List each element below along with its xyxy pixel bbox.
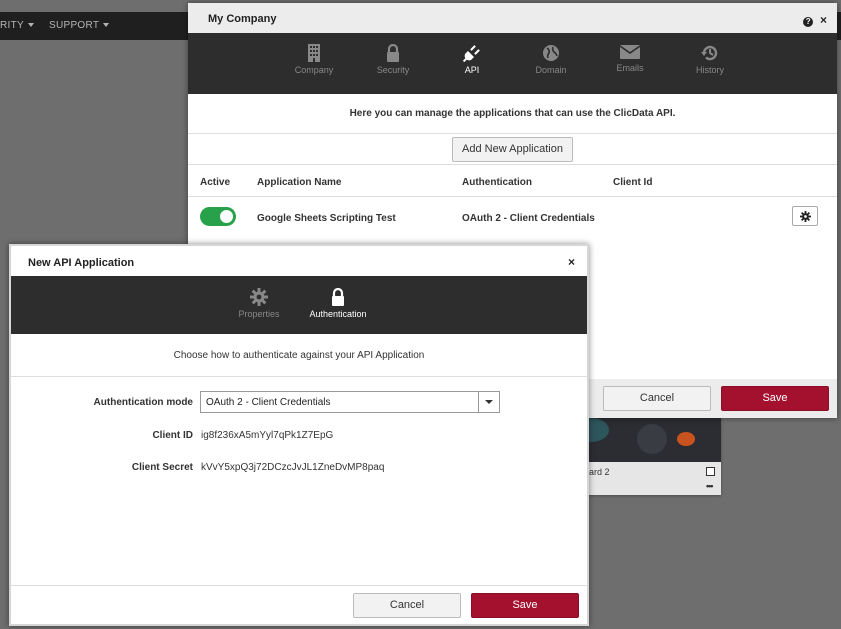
authentication-mode-select[interactable]: OAuth 2 - Client Credentials (200, 391, 500, 413)
application-settings-button[interactable] (792, 206, 818, 226)
dashboard-select-checkbox[interactable] (706, 467, 715, 476)
client-id-label: Client ID (152, 430, 193, 441)
more-options-icon[interactable]: ••• (706, 481, 714, 491)
globe-icon (543, 45, 559, 61)
nav-item-label: SUPPORT (49, 20, 100, 31)
caret-down-icon (27, 23, 34, 28)
dashboard-card-label: ard 2 (589, 467, 610, 477)
tab-label: Security (376, 65, 410, 75)
dashboard-card[interactable]: ard 2 ••• (573, 418, 721, 495)
plug-icon (463, 45, 480, 62)
caret-down-icon (103, 23, 110, 28)
tab-emails[interactable]: Emails (595, 44, 665, 73)
tab-company[interactable]: Company (279, 44, 349, 75)
authentication-mode-label: Authentication mode (93, 397, 193, 408)
company-modal-title: My Company (208, 13, 277, 25)
company-modal-header: My Company ? × (188, 3, 837, 33)
api-modal-footer: Cancel Save (11, 585, 587, 624)
cancel-button[interactable]: Cancel (603, 386, 711, 411)
client-secret-label: Client Secret (131, 462, 193, 473)
gear-icon (250, 288, 268, 306)
envelope-icon (620, 45, 640, 59)
tab-security[interactable]: Security (358, 44, 428, 75)
building-icon (308, 44, 320, 62)
lock-icon (387, 44, 399, 62)
api-intro-text: Here you can manage the applications tha… (188, 94, 837, 134)
cancel-button[interactable]: Cancel (353, 593, 461, 618)
api-modal-header: New API Application × (11, 246, 587, 276)
help-icon[interactable]: ? (803, 17, 814, 27)
tab-label: Domain (535, 65, 567, 75)
nav-item-label: RITY (0, 20, 24, 31)
company-tabbar: Company Security API Domain Emails Histo… (188, 33, 837, 94)
tab-label: History (695, 65, 724, 75)
application-name-cell: Google Sheets Scripting Test (257, 213, 396, 224)
new-api-application-modal: New API Application × Properties Authent… (9, 244, 589, 626)
tab-history[interactable]: History (675, 44, 745, 75)
column-header-application-name: Application Name (257, 177, 342, 188)
column-header-authentication: Authentication (462, 177, 532, 188)
save-button[interactable]: Save (721, 386, 829, 411)
client-id-value: ig8f236xA5mYyl7qPk1Z7EpG (201, 430, 334, 441)
table-divider (188, 196, 837, 197)
save-button[interactable]: Save (471, 593, 579, 618)
authentication-cell: OAuth 2 - Client Credentials (462, 213, 595, 224)
close-icon[interactable]: × (820, 13, 827, 27)
nav-item-support[interactable]: SUPPORT (49, 20, 110, 31)
tab-authentication[interactable]: Authentication (298, 288, 378, 319)
tab-properties[interactable]: Properties (224, 288, 294, 319)
tab-label: Emails (616, 63, 644, 73)
add-application-row: Add New Application (188, 134, 837, 165)
dashboard-thumbnail (573, 418, 721, 462)
active-toggle[interactable] (200, 207, 236, 226)
lock-icon (332, 288, 344, 306)
api-modal-title: New API Application (28, 257, 135, 269)
gear-icon (799, 210, 811, 222)
toggle-knob (220, 210, 233, 223)
nav-item-security[interactable]: RITY (0, 20, 34, 31)
dropdown-toggle[interactable] (478, 392, 499, 412)
history-icon (701, 45, 718, 61)
tab-label: Properties (238, 309, 280, 319)
column-header-active: Active (200, 177, 231, 188)
client-secret-value: kVvY5xpQ3j72DCzcJvJL1ZneDvMP8paq (201, 462, 385, 473)
tab-label: Authentication (309, 309, 367, 319)
tab-label: Company (294, 65, 334, 75)
tab-label: API (464, 65, 480, 75)
column-header-client-id: Client Id (613, 177, 653, 188)
tab-api[interactable]: API (437, 44, 507, 75)
close-icon[interactable]: × (568, 255, 575, 269)
add-new-application-button[interactable]: Add New Application (452, 137, 573, 162)
authentication-mode-value: OAuth 2 - Client Credentials (206, 397, 331, 408)
chevron-down-icon (485, 400, 493, 404)
authentication-description: Choose how to authenticate against your … (11, 334, 587, 377)
api-modal-tabbar: Properties Authentication (11, 276, 587, 334)
tab-domain[interactable]: Domain (516, 44, 586, 75)
